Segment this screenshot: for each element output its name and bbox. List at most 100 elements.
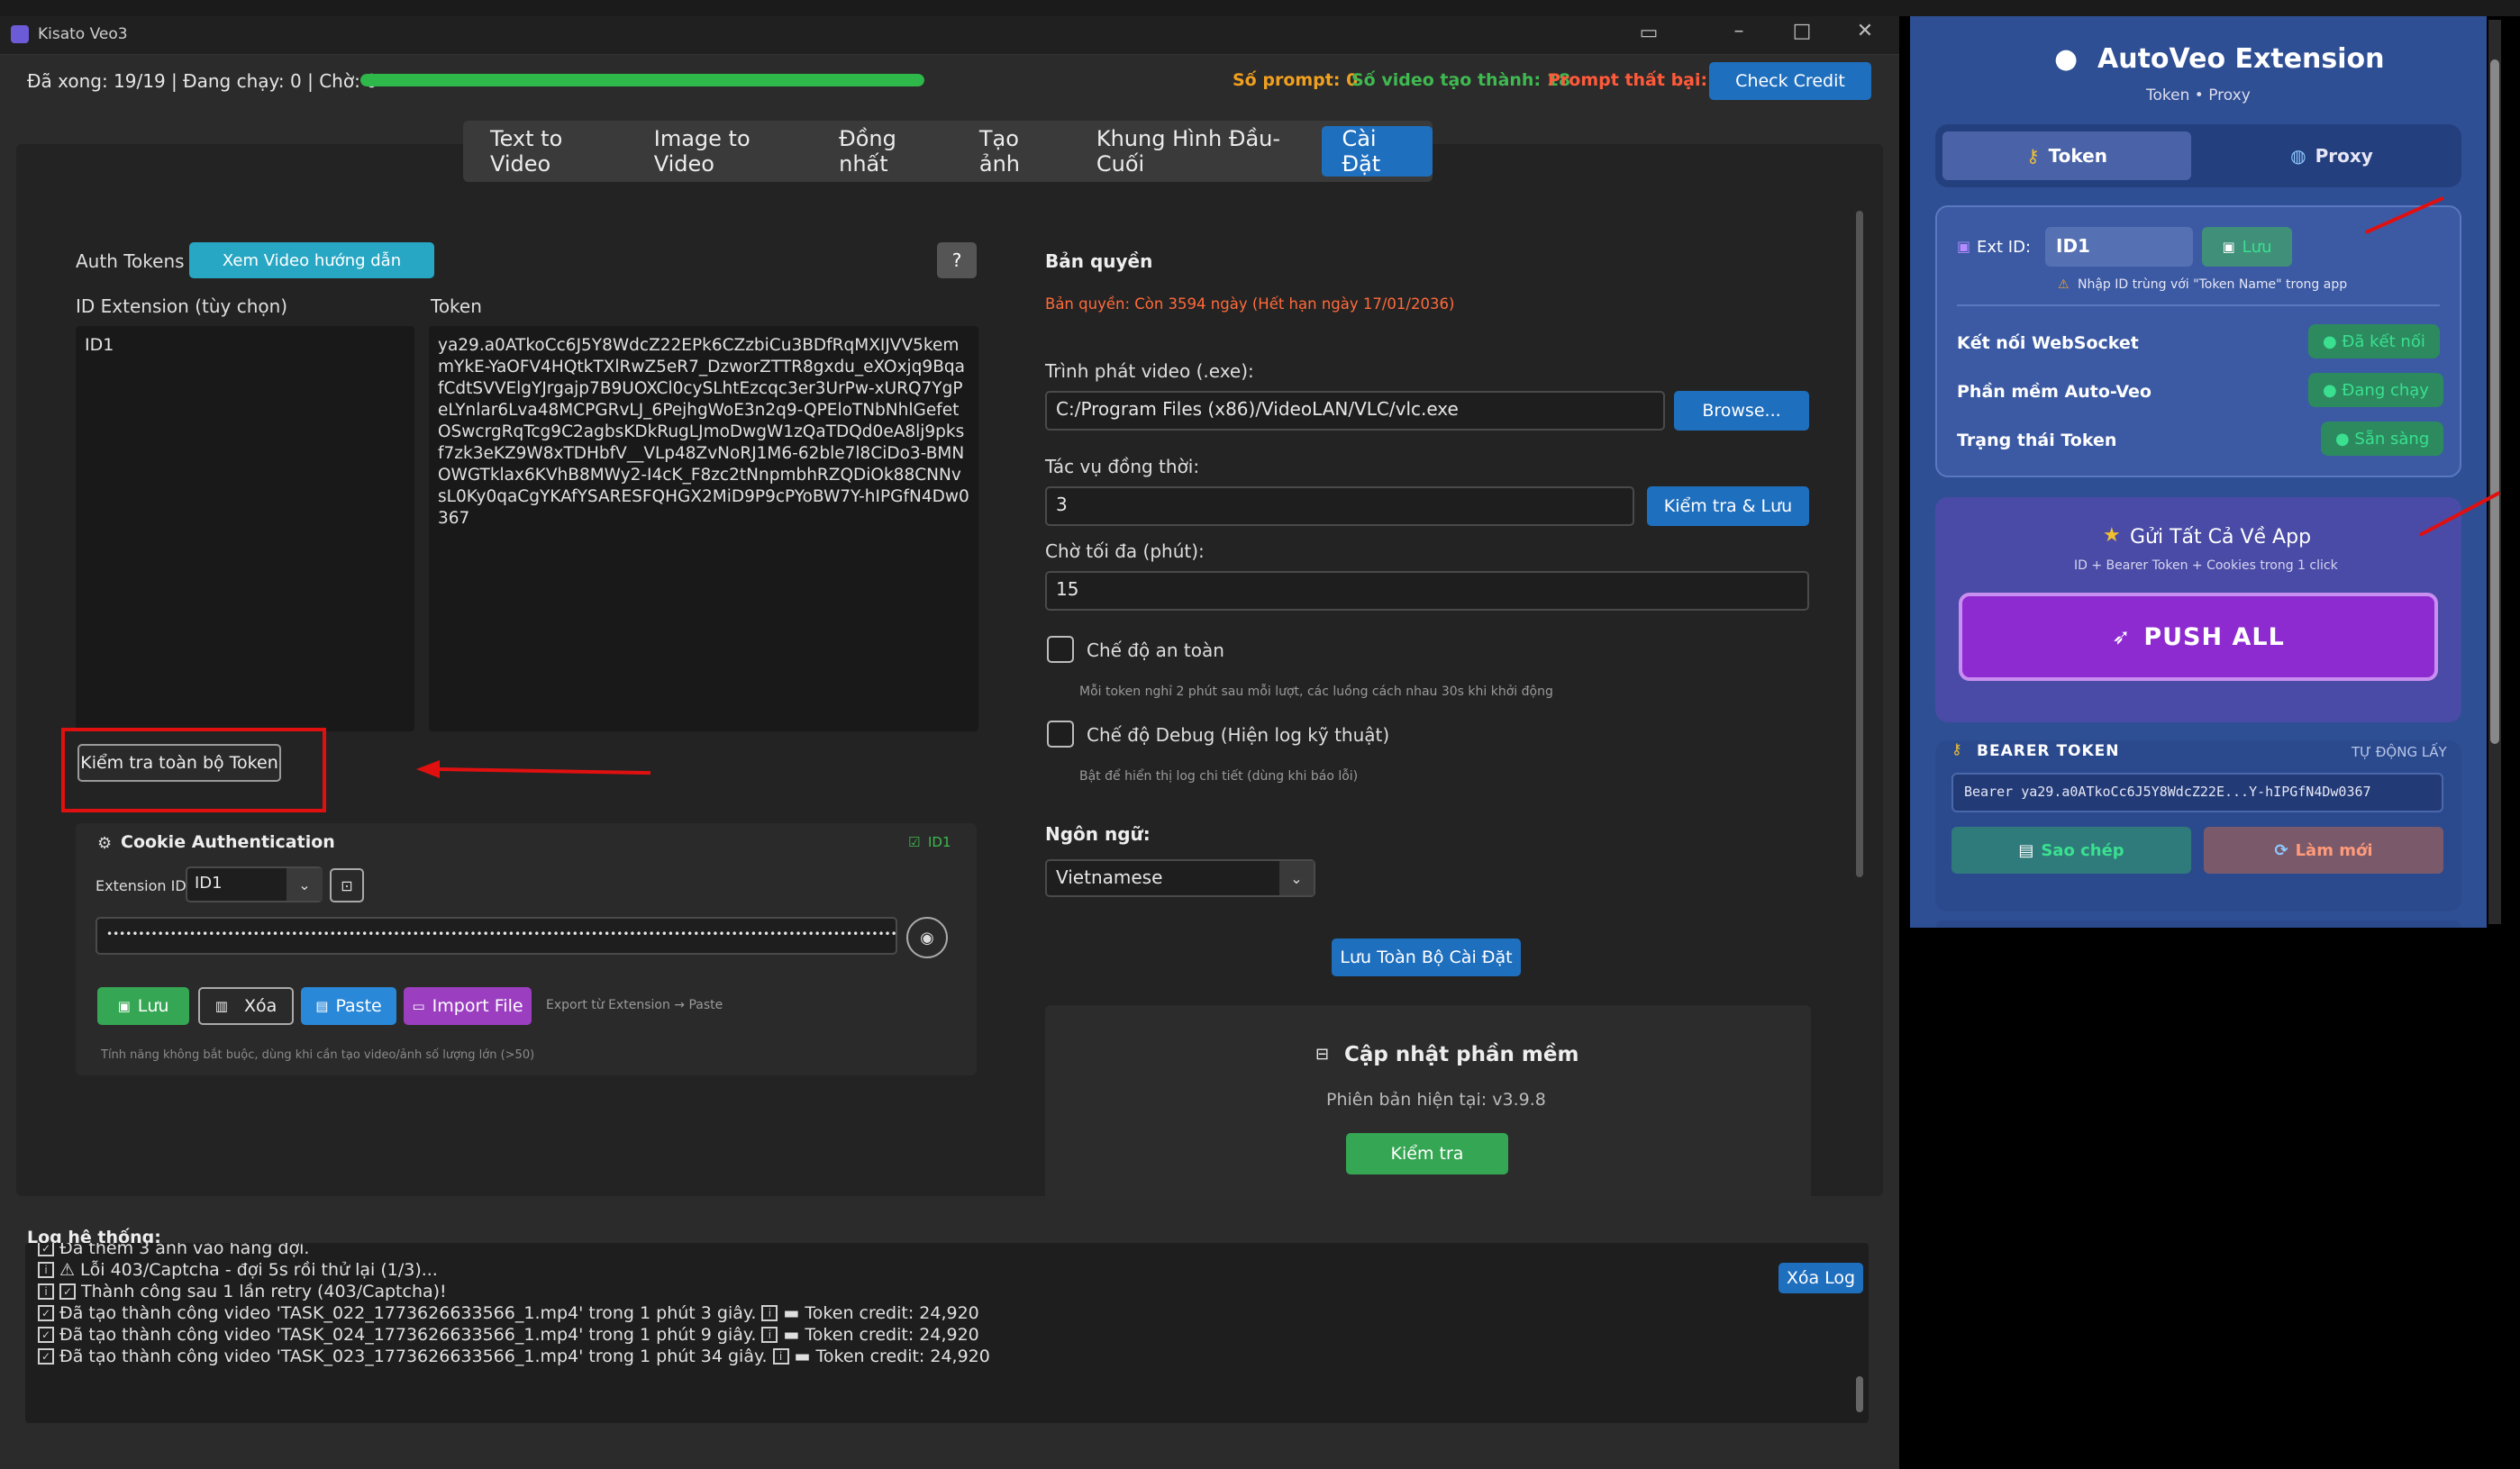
key-icon: ⚷ [1951,740,1962,757]
cookie-paste-label: Paste [335,996,382,1016]
autoveo-status: ● Đang chạy [2308,373,2443,407]
warning-icon: ⚠ [2058,277,2070,292]
ext-id-input[interactable]: ID1 [2045,227,2193,267]
push-all-button[interactable]: ➶ PUSH ALL [1959,593,2438,681]
check-save-button[interactable]: Kiểm tra & Lưu [1647,486,1809,526]
auto-label: TỰ ĐỘNG LẤY [2352,744,2447,760]
cookie-ext-value: ID1 [195,874,223,893]
info-icon: i [38,1283,54,1300]
progress-fill [360,74,924,86]
chevron-down-icon[interactable]: ⌄ [1279,861,1314,895]
token-state-label: Trạng thái Token [1957,431,2117,450]
log-text: Đã thêm 3 ảnh vào hàng đợi. [59,1243,310,1258]
check-update-button[interactable]: Kiểm tra [1346,1133,1508,1174]
save-all-settings-button[interactable]: Lưu Toàn Bộ Cài Đặt [1332,939,1521,976]
tab-image-to-video[interactable]: Image to Video [634,126,819,177]
cookie-paste-button[interactable]: ▤ Paste [301,987,396,1025]
bearer-title: BEARER TOKEN [1977,742,2120,760]
ext-tab-token-label: Token [2048,145,2107,167]
refresh-id-icon[interactable]: ⊡ [330,868,364,902]
browse-button[interactable]: Browse... [1674,391,1809,431]
tab-cai-dat[interactable]: Cài Đặt [1322,126,1433,177]
chevron-down-icon[interactable]: ⌄ [287,868,323,901]
cookie-icon: ⚙ [97,834,113,853]
tab-tao-anh[interactable]: Tạo ảnh [960,126,1077,177]
check-icon: ✓ [38,1348,54,1365]
close-icon[interactable]: ✕ [1847,20,1883,42]
cookie-ext-label: Extension ID: [96,877,192,894]
log-scrollbar[interactable] [1856,1376,1863,1412]
concurrent-input[interactable]: 3 [1045,486,1634,526]
player-path-input[interactable]: C:/Program Files (x86)/VideoLAN/VLC/vlc.… [1045,391,1665,431]
key-icon: ⚷ [2026,145,2040,167]
ext-column-label: ID Extension (tùy chọn) [76,295,288,317]
check-credit-button[interactable]: Check Credit [1709,62,1871,100]
copy-button[interactable]: ▤ Sao chép [1951,827,2191,874]
trash-icon: ▥ [214,998,228,1014]
player-label: Trình phát video (.exe): [1045,360,1254,382]
ext-scrollbar[interactable] [2488,20,2501,924]
wait-input[interactable]: 15 [1045,571,1809,611]
settings-scrollbar[interactable] [1856,211,1863,877]
cookie-note: Tính năng không bắt buộc, dùng khi cần t… [101,1048,535,1062]
log-area[interactable]: ✓ Đã thêm 3 ảnh vào hàng đợi. i ⚠ Lỗi 403/C… [25,1243,1869,1423]
maximize-icon[interactable]: □ [1784,20,1820,42]
cookie-import-button[interactable]: ▭ Import File [404,987,532,1025]
check-icon: ✓ [38,1305,54,1321]
cookie-save-button[interactable]: ▣ Lưu [97,987,189,1025]
push-all-label: PUSH ALL [2143,622,2285,651]
ext-scrollbar-thumb[interactable] [2490,59,2499,744]
progress-bar [360,74,924,86]
cookie-import-label: Import File [432,996,523,1016]
copy-label: Sao chép [2041,840,2124,860]
ext-id-textarea[interactable]: ID1 [76,326,414,731]
globe-icon: ◍ [2290,145,2306,167]
log-lines: ✓ Đã thêm 3 ảnh vào hàng đợi. i ⚠ Lỗi 403/C… [38,1243,1750,1421]
tab-text-to-video[interactable]: Text to Video [470,126,634,177]
log-line: ✓ Đã thêm 3 ảnh vào hàng đợi. [38,1243,1750,1259]
bearer-token-field[interactable]: Bearer ya29.a0ATkoCc6J5Y8WdcZ22E...Y-hIP… [1951,773,2443,812]
safe-mode-checkbox[interactable] [1047,636,1074,663]
update-title: Cập nhật phần mềm [1344,1043,1579,1066]
tab-bar: Text to Video Image to Video Đồng nhất T… [463,121,1433,182]
cookie-input[interactable]: ••••••••••••••••••••••••••••••••••••••••… [96,917,897,955]
log-text: Đã tạo thành công video 'TASK_023_177362… [59,1347,768,1366]
log-text: Đã tạo thành công video 'TASK_022_177362… [59,1303,757,1323]
concurrent-label: Tác vụ đồng thời: [1045,456,1200,477]
ext-id-value: ID1 [85,335,114,355]
tab-dong-nhat[interactable]: Đồng nhất [819,126,960,177]
star-icon: ★ [2103,524,2121,547]
websocket-label: Kết nối WebSocket [1957,333,2139,353]
queue-status: Đã xong: 19/19 | Đang chạy: 0 | Chờ: 0 [27,70,378,92]
cookie-badge-check-icon: ☑ [908,834,921,850]
debug-mode-label: Chế độ Debug (Hiện log kỹ thuật) [1087,724,1390,746]
tab-khung-hinh[interactable]: Khung Hình Đầu-Cuối [1077,126,1323,177]
token-column-label: Token [431,295,482,317]
language-label: Ngôn ngữ: [1045,823,1151,845]
cookie-delete-button[interactable]: ▥ Xóa [198,987,294,1025]
token-textarea[interactable]: ya29.a0ATkoCc6J5Y8WdcZ22EPk6CZzbiCu3BDfR… [429,326,978,731]
log-text: Lỗi 403/Captcha - đợi 5s rồi thử lại (1/… [80,1260,438,1280]
window-title: Kisato Veo3 [38,25,128,43]
highlight-box [61,728,326,812]
minimize-icon[interactable]: – [1721,20,1757,42]
ext-save-button[interactable]: ▣ Lưu [2202,227,2292,267]
title-bar: Kisato Veo3 ▭ – □ ✕ [0,16,1899,55]
bearer-card [1935,740,2461,911]
video-guide-button[interactable]: Xem Video hướng dẫn [189,242,434,278]
refresh-button[interactable]: ⟳ Làm mới [2204,827,2443,874]
clear-log-button[interactable]: Xóa Log [1779,1263,1863,1293]
language-select[interactable]: Vietnamese [1045,859,1315,897]
log-line: ✓ Đã tạo thành công video 'TASK_023_17736… [38,1346,1750,1367]
ext-tab-proxy[interactable]: ◍ Proxy [2207,131,2456,180]
cookie-hint: Export từ Extension → Paste [546,998,723,1012]
screen-icon[interactable]: ▭ [1631,22,1667,44]
debug-mode-checkbox[interactable] [1047,721,1074,748]
ext-tab-token[interactable]: ⚷ Token [1942,131,2191,180]
eye-icon[interactable]: ◉ [906,917,948,958]
help-button[interactable]: ? [937,242,977,278]
safe-mode-desc: Mỗi token nghỉ 2 phút sau mỗi lượt, các … [1079,685,1553,699]
ext-save-label: Lưu [2242,237,2272,257]
log-credit: Token credit: 24,920 [815,1347,990,1366]
cookie-save-label: Lưu [137,996,169,1016]
